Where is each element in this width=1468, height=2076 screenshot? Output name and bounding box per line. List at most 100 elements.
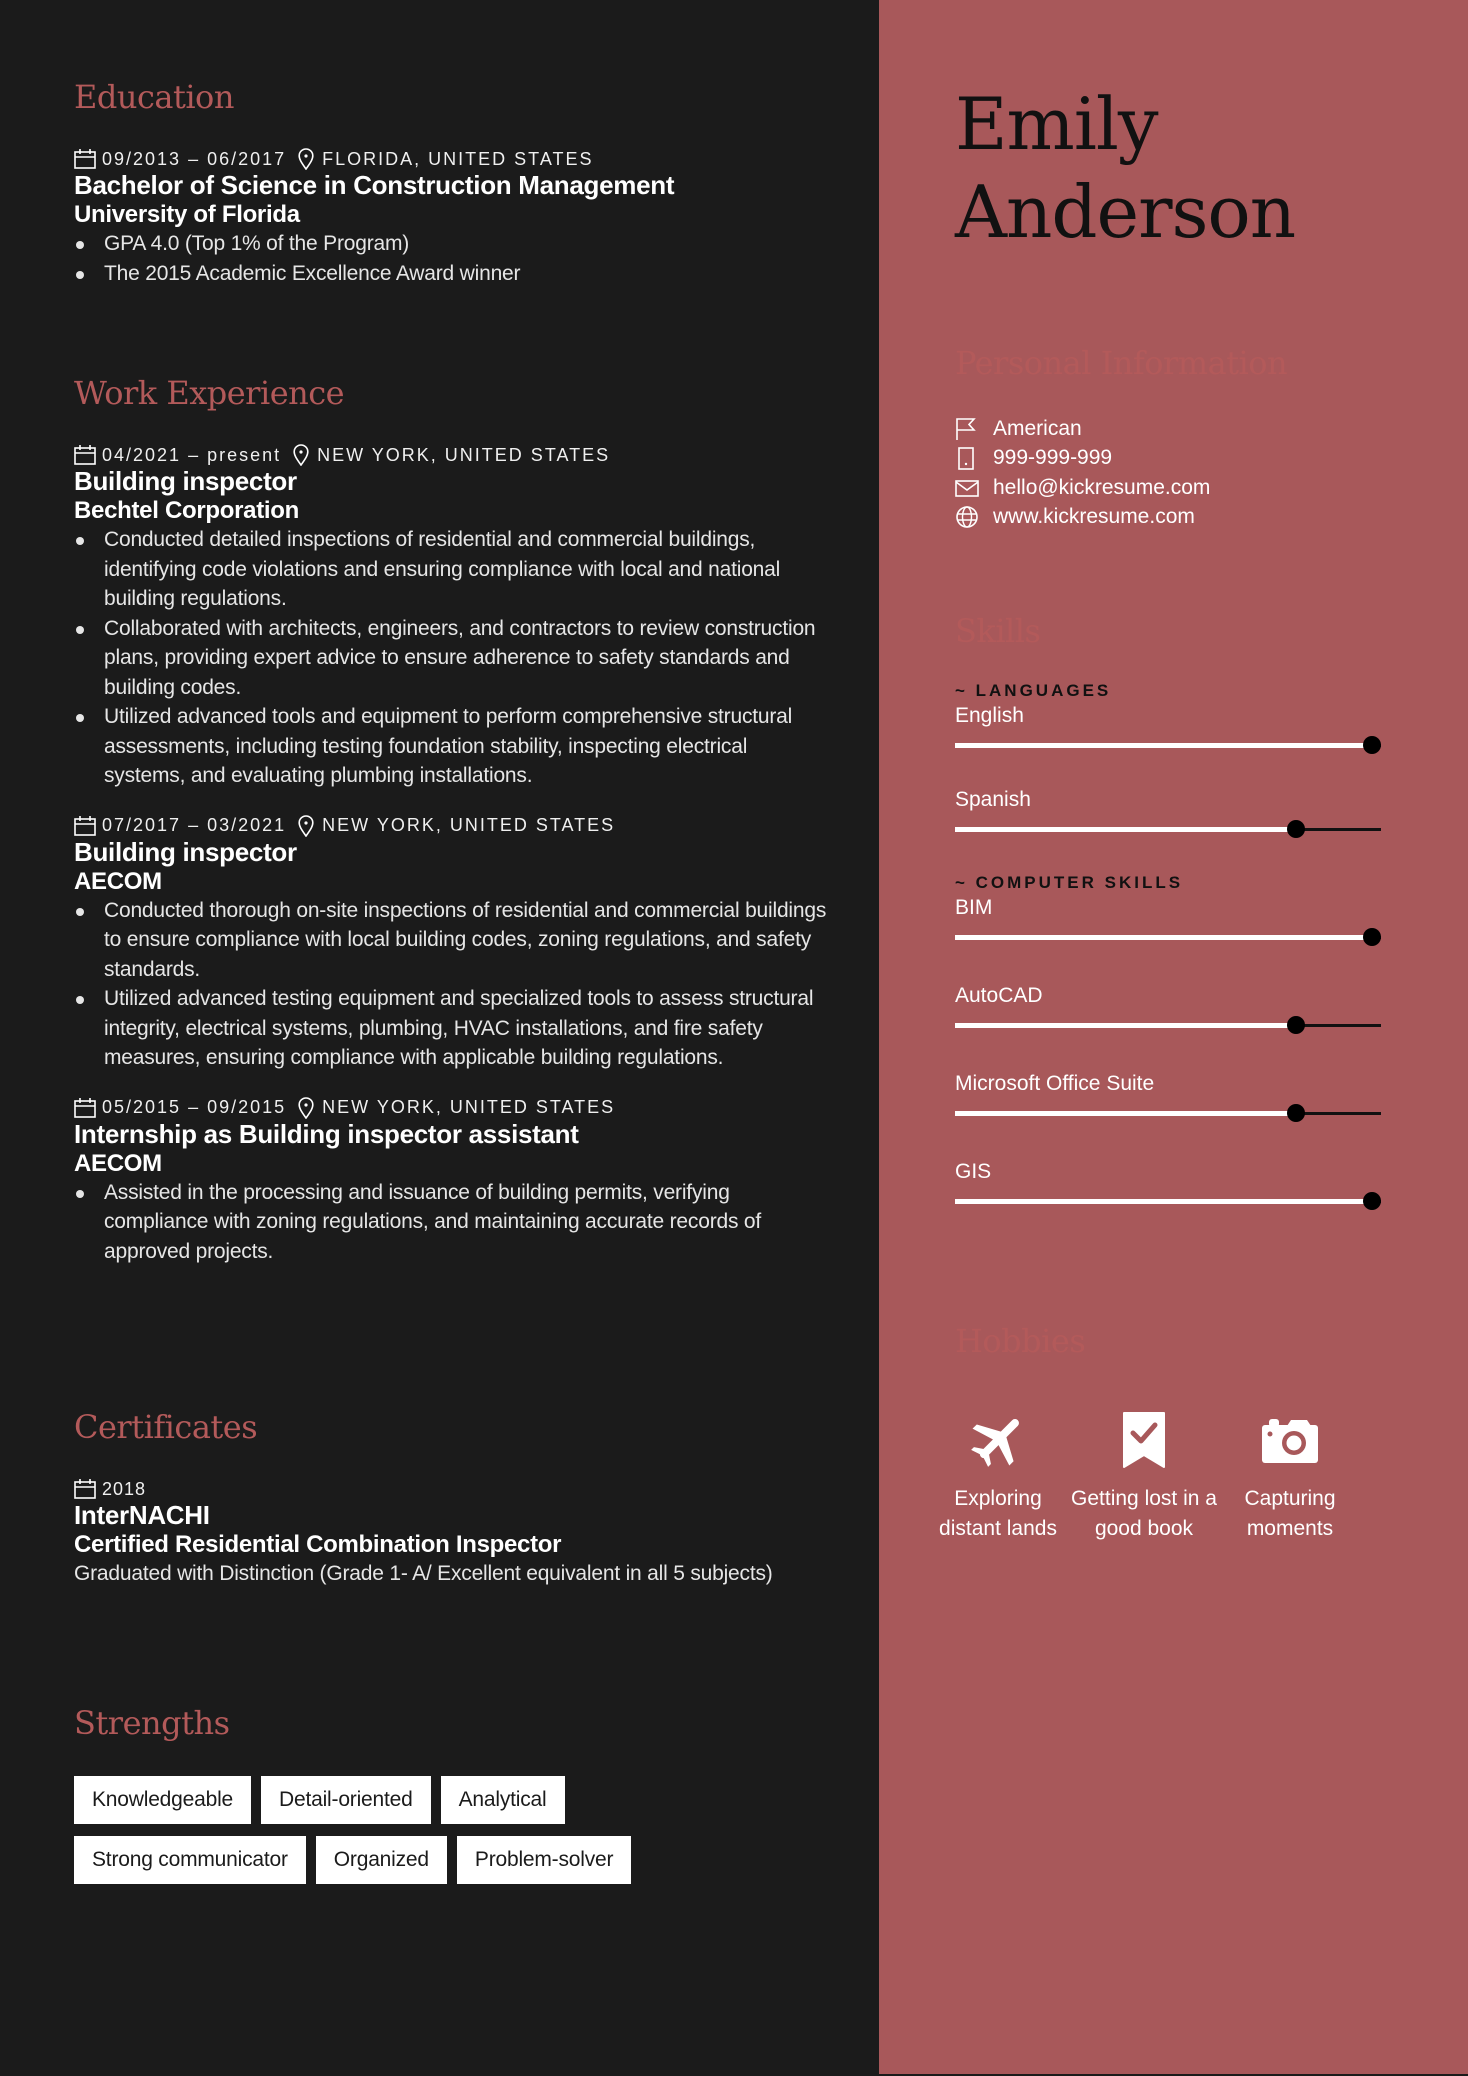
strengths-heading: Strengths (74, 1704, 230, 1742)
company-name: Bechtel Corporation (74, 497, 299, 524)
bullet-item: Conducted detailed inspections of reside… (74, 525, 834, 614)
certificate-description: Graduated with Distinction (Grade 1- A/ … (74, 1562, 773, 1585)
work-entry: 05/2015 – 09/2015 NEW YORK, UNITED STATE… (74, 1096, 834, 1267)
company-name: AECOM (74, 1149, 162, 1177)
skill-item: English (955, 702, 1425, 760)
certificate-date: 2018 (102, 1478, 147, 1499)
last-name: Anderson (955, 170, 1296, 254)
skill-item: Microsoft Office Suite (955, 1070, 1425, 1128)
skills-heading: Skills (955, 612, 1041, 650)
certificate-issuer: InterNACHI (74, 1500, 210, 1530)
location-pin-icon (293, 444, 309, 466)
bullet-item: GPA 4.0 (Top 1% of the Program) (74, 229, 834, 259)
entry-meta: 2018 (74, 1478, 834, 1500)
skill-category-label: ~ LANGUAGES (955, 681, 1112, 700)
hobby-item: Exploring distant lands (925, 1402, 1071, 1543)
work-experience-heading: Work Experience (74, 374, 345, 412)
skill-level-bar (955, 1010, 1381, 1040)
hobbies-heading: Hobbies (955, 1322, 1086, 1360)
entry-dates: 04/2021 – present (102, 444, 282, 465)
location-pin-icon (298, 1096, 314, 1119)
entry-meta: 07/2017 – 03/2021 NEW YORK, UNITED STATE… (74, 814, 834, 837)
job-bullets: Conducted thorough on-site inspections o… (74, 896, 834, 1073)
skill-category-label: ~ COMPUTER SKILLS (955, 873, 1184, 892)
skill-fill (955, 1199, 1372, 1204)
calendar-icon (74, 149, 96, 169)
skill-name: AutoCAD (955, 984, 1043, 1007)
certificates-heading: Certificates (74, 1408, 258, 1446)
bullet-item: Conducted thorough on-site inspections o… (74, 896, 834, 985)
education-entry: 09/2013 – 06/2017 FLORIDA, UNITED STATES… (74, 148, 834, 288)
entry-meta: 09/2013 – 06/2017 FLORIDA, UNITED STATES (74, 148, 834, 170)
skill-category: ~ LANGUAGES English Spanish (955, 680, 1425, 844)
hobby-item: Capturing moments (1217, 1402, 1363, 1543)
skill-knob (1286, 1104, 1305, 1122)
skill-fill (955, 935, 1372, 940)
skill-name: Microsoft Office Suite (955, 1072, 1155, 1095)
calendar-icon (74, 1479, 96, 1499)
entry-location: NEW YORK, UNITED STATES (322, 815, 616, 835)
bullet-item: The 2015 Academic Excellence Award winne… (74, 259, 834, 289)
skill-fill (955, 743, 1372, 748)
skill-fill (955, 1111, 1296, 1116)
skill-item: AutoCAD (955, 982, 1425, 1040)
bullet-item: Utilized advanced testing equipment and … (74, 984, 834, 1073)
skill-knob (1286, 820, 1305, 838)
entry-location: NEW YORK, UNITED STATES (322, 1097, 616, 1117)
personal-info-section: Personal Information American 999-999-99… (955, 344, 1425, 532)
nationality-row: American (955, 414, 1425, 444)
company-name: AECOM (74, 867, 162, 895)
skill-level-bar (955, 1098, 1381, 1128)
skill-name: BIM (955, 896, 993, 919)
degree-title: Bachelor of Science in Construction Mana… (74, 170, 675, 200)
personal-info-heading: Personal Information (955, 344, 1288, 382)
entry-meta: 05/2015 – 09/2015 NEW YORK, UNITED STATE… (74, 1096, 834, 1119)
hobbies-section: Hobbies Exploring distant lands Getting … (939, 1322, 1425, 1543)
calendar-icon (74, 815, 96, 836)
job-bullets: Assisted in the processing and issuance … (74, 1178, 834, 1267)
work-entry: 07/2017 – 03/2021 NEW YORK, UNITED STATE… (74, 814, 834, 1073)
phone-row: 999-999-999 (955, 444, 1425, 474)
skill-knob (1363, 1192, 1381, 1210)
strength-tag: Knowledgeable (74, 1776, 252, 1824)
certificate-name: Certified Residential Combination Inspec… (74, 1531, 562, 1558)
location-pin-icon (298, 814, 314, 837)
skill-fill (955, 1023, 1296, 1028)
skill-item: BIM (955, 894, 1425, 952)
bullet-item: Assisted in the processing and issuance … (74, 1178, 834, 1267)
strength-tags: Knowledgeable Detail-oriented Analytical… (74, 1776, 794, 1884)
hobby-label: Exploring distant lands (939, 1487, 1057, 1540)
education-bullets: GPA 4.0 (Top 1% of the Program) The 2015… (74, 229, 834, 288)
location-pin-icon (298, 148, 314, 170)
skill-knob (1363, 928, 1381, 946)
strength-tag: Detail-oriented (261, 1776, 431, 1824)
entry-dates: 07/2017 – 03/2021 (102, 815, 287, 835)
job-title: Building inspector (74, 466, 297, 496)
entry-dates: 05/2015 – 09/2015 (102, 1097, 287, 1117)
globe-icon (956, 506, 978, 529)
hobby-label: Capturing moments (1244, 1487, 1336, 1540)
hobby-item: Getting lost in a good book (1071, 1402, 1217, 1543)
skill-item: GIS (955, 1158, 1425, 1216)
strengths-section: Strengths Knowledgeable Detail-oriented … (74, 1704, 834, 1884)
hobby-label: Getting lost in a good book (1071, 1487, 1217, 1540)
strength-tag: Organized (315, 1836, 447, 1884)
calendar-icon (74, 1097, 96, 1118)
mail-icon (955, 479, 979, 497)
strength-tag: Analytical (440, 1776, 565, 1824)
skill-knob (1363, 736, 1381, 754)
work-experience-section: Work Experience 04/2021 – present NEW YO… (74, 374, 834, 1266)
skill-fill (955, 827, 1296, 832)
school-name: University of Florida (74, 201, 300, 228)
phone-value[interactable]: 999-999-999 (993, 446, 1112, 470)
hobbies-list: Exploring distant lands Getting lost in … (925, 1402, 1425, 1543)
strength-tag: Problem-solver (456, 1836, 632, 1884)
candidate-name: Emily Anderson (955, 80, 1296, 256)
skill-item: Spanish (955, 786, 1425, 844)
website-value[interactable]: www.kickresume.com (993, 505, 1195, 529)
skill-category: ~ COMPUTER SKILLS BIM AutoCAD Microsoft … (955, 872, 1425, 1216)
education-heading: Education (74, 78, 234, 116)
email-value[interactable]: hello@kickresume.com (993, 476, 1210, 500)
skill-name: GIS (955, 1160, 992, 1183)
certificate-entry: 2018 InterNACHI Certified Residential Co… (74, 1478, 834, 1589)
